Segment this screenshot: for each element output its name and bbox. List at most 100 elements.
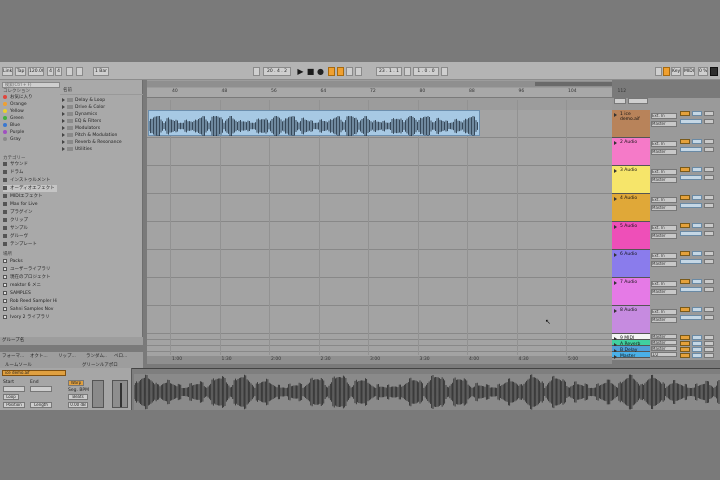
place-item[interactable]: Sahni Samples Nov <box>3 306 57 313</box>
fold-track-icon[interactable] <box>614 141 617 145</box>
place-item[interactable]: Packs <box>3 258 57 265</box>
pan-field[interactable] <box>704 175 714 180</box>
track-output-select[interactable]: Master <box>651 121 677 127</box>
quantize-select[interactable]: 1 Bar <box>93 67 109 76</box>
track-input-select[interactable]: Ext. In <box>651 281 677 287</box>
track-name[interactable]: 5 Audio <box>620 224 637 229</box>
track-output-select[interactable]: Master <box>651 334 677 339</box>
track-header[interactable]: Master <box>612 352 650 359</box>
file-list-header[interactable]: 名前 <box>60 87 143 95</box>
fold-track-icon[interactable] <box>614 281 617 285</box>
track-output-select[interactable]: Master <box>651 317 677 323</box>
solo-button[interactable] <box>692 341 702 346</box>
track-name[interactable]: 8 Audio <box>620 308 637 313</box>
track-header[interactable]: 6 Audio <box>612 250 650 278</box>
expand-arrow-icon[interactable] <box>62 125 65 130</box>
category-item[interactable]: Max for Live <box>3 201 57 208</box>
track-activator-button[interactable] <box>680 139 690 144</box>
midi-map-button[interactable]: MIDI <box>683 67 695 76</box>
stop-icon[interactable]: ■ <box>306 67 315 76</box>
arm-button[interactable] <box>704 347 714 352</box>
collection-item[interactable]: Blue <box>3 122 57 129</box>
arm-button[interactable] <box>704 307 714 312</box>
category-item[interactable]: インストゥルメント <box>3 177 57 184</box>
fold-track-icon[interactable] <box>614 253 617 257</box>
pan-field[interactable] <box>704 147 714 152</box>
category-item[interactable]: サンプル <box>3 225 57 232</box>
solo-button[interactable] <box>692 353 702 358</box>
category-item[interactable]: グルーヴ <box>3 233 57 240</box>
loop-start-field[interactable]: 23 . 1 . 1 <box>376 67 402 76</box>
place-item[interactable]: reaktor 6 メニ <box>3 282 57 289</box>
warp-button[interactable]: Warp <box>68 380 84 386</box>
track-activator-button[interactable] <box>680 279 690 284</box>
place-item[interactable]: Ivory 2 ライブラリ <box>3 314 57 321</box>
file-list-item[interactable]: Delay & Loop <box>62 97 142 104</box>
pan-field[interactable] <box>704 119 714 124</box>
track-activator-button[interactable] <box>680 353 690 358</box>
end-field[interactable] <box>30 386 52 392</box>
loop-switch[interactable] <box>404 67 411 76</box>
loop-length-field[interactable]: 1 . 0 . 0 <box>413 67 439 76</box>
category-item[interactable]: クリップ <box>3 217 57 224</box>
track-header[interactable]: 5 Audio <box>612 222 650 250</box>
arm-button[interactable] <box>704 223 714 228</box>
file-list-item[interactable]: EQ & Filters <box>62 118 142 125</box>
track-output-select[interactable]: Master <box>651 340 677 345</box>
track-name[interactable]: 6 Audio <box>620 252 637 257</box>
track-output-select[interactable]: 1/2 <box>651 352 677 357</box>
track-lane[interactable] <box>147 306 612 334</box>
play-icon[interactable]: ▶ <box>296 67 305 76</box>
solo-button[interactable] <box>692 307 702 312</box>
track-name[interactable]: Master <box>620 354 635 359</box>
track-header[interactable]: 3 Audio <box>612 166 650 194</box>
volume-field[interactable] <box>680 147 702 152</box>
beat-time-ruler[interactable]: 40 48 56 64 72 80 88 96 104 112 <box>147 88 626 98</box>
solo-button[interactable] <box>692 139 702 144</box>
track-header[interactable]: 1 ice demo.aif <box>612 110 650 138</box>
browser-tab[interactable]: フォーマ... <box>2 352 24 362</box>
volume-field[interactable] <box>680 119 702 124</box>
category-item[interactable]: サウンド <box>3 161 57 168</box>
track-header[interactable]: 7 Audio <box>612 278 650 306</box>
key-map-button[interactable]: Key <box>671 67 681 76</box>
arm-button[interactable] <box>704 341 714 346</box>
category-item[interactable]: テンプレート <box>3 241 57 248</box>
track-input-select[interactable]: Ext. In <box>651 113 677 119</box>
track-input-select[interactable]: Ext. In <box>651 253 677 259</box>
fold-track-icon[interactable] <box>614 113 617 117</box>
track-output-select[interactable]: Master <box>651 177 677 183</box>
solo-button[interactable] <box>692 223 702 228</box>
clip-name-field[interactable]: ice demo.aif <box>2 370 66 376</box>
track-activator-button[interactable] <box>680 195 690 200</box>
arm-button[interactable] <box>704 167 714 172</box>
follow-button[interactable] <box>76 67 83 76</box>
re-enable-automation-button[interactable] <box>346 67 353 76</box>
track-input-select[interactable]: Ext. In <box>651 141 677 147</box>
place-item[interactable]: Rob Reed Sampler Hier <box>3 298 57 305</box>
key-map-icon[interactable] <box>655 67 662 76</box>
track-activator-button[interactable] <box>680 167 690 172</box>
expand-arrow-icon[interactable] <box>62 118 65 123</box>
category-item[interactable]: プラグイン <box>3 209 57 216</box>
collection-item[interactable]: Purple <box>3 129 57 136</box>
track-input-select[interactable]: Ext. In <box>651 197 677 203</box>
pan-field[interactable] <box>704 203 714 208</box>
arm-button[interactable] <box>704 251 714 256</box>
file-list-item[interactable]: Reverb & Resonance <box>62 139 142 146</box>
track-output-select[interactable]: Master <box>651 205 677 211</box>
expand-arrow-icon[interactable] <box>62 146 65 151</box>
track-output-select[interactable]: Master <box>651 261 677 267</box>
automation-arm-button[interactable] <box>337 67 344 76</box>
arm-button[interactable] <box>704 195 714 200</box>
place-item[interactable]: 現在のプロジェクト <box>3 274 57 281</box>
song-position-field[interactable]: 20 . 4 . 2 <box>263 67 291 76</box>
track-input-select[interactable]: Ext. In <box>651 169 677 175</box>
arm-button[interactable] <box>704 353 714 358</box>
scrub-area[interactable] <box>147 81 612 87</box>
track-activator-button[interactable] <box>680 335 690 340</box>
capture-midi-button[interactable] <box>355 67 362 76</box>
pan-field[interactable] <box>704 231 714 236</box>
track-lane[interactable] <box>147 138 612 166</box>
file-list-item[interactable]: Drive & Color <box>62 104 142 111</box>
